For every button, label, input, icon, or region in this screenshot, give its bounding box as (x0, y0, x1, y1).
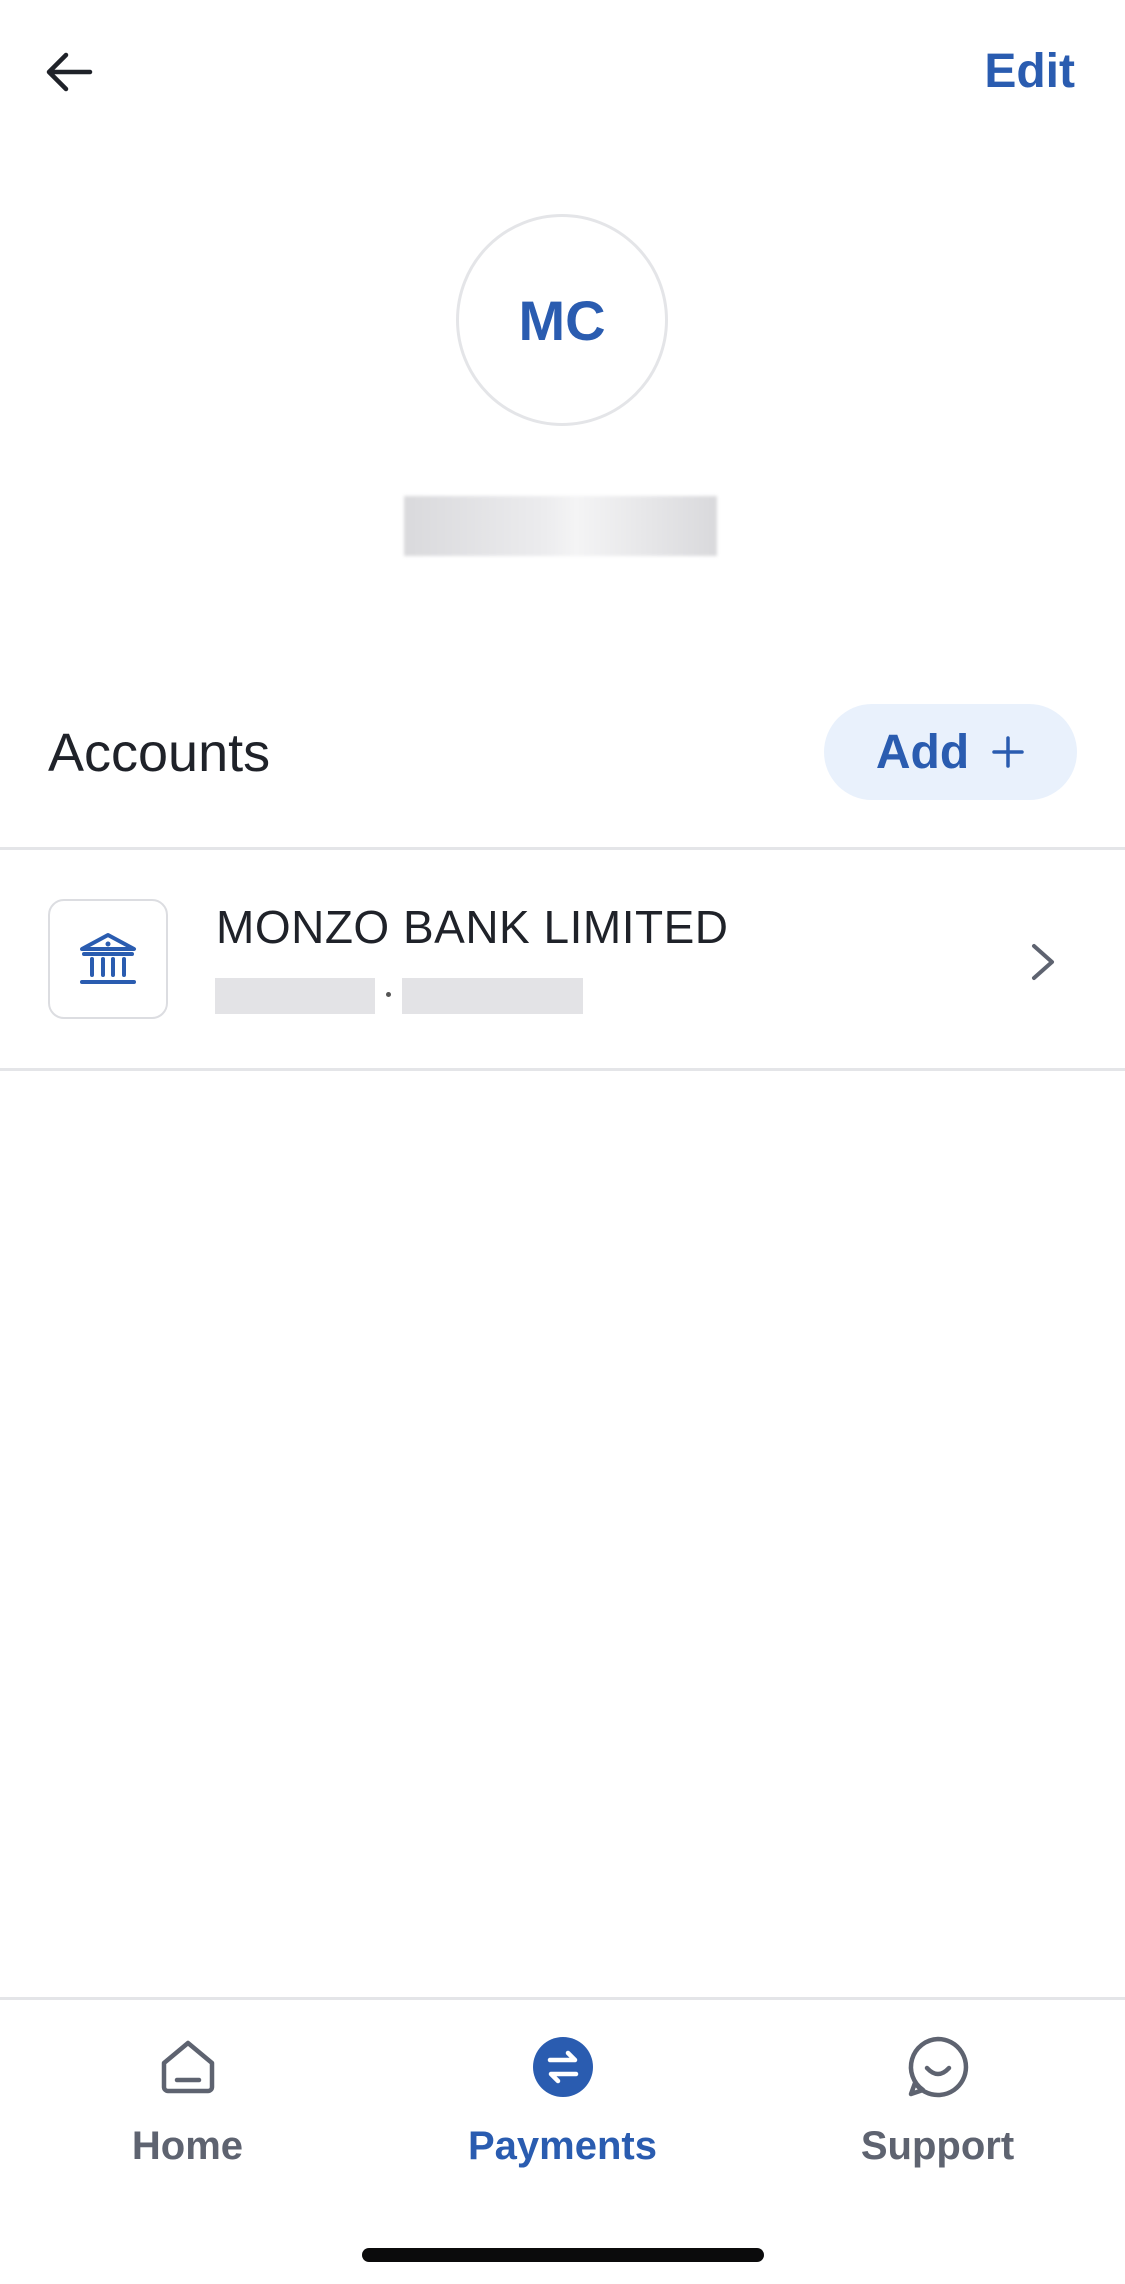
divider (0, 1068, 1125, 1071)
home-icon (153, 2032, 223, 2102)
tab-payments-label: Payments (468, 2124, 657, 2168)
divider (0, 847, 1125, 850)
bank-icon (80, 933, 136, 984)
back-button[interactable] (38, 40, 102, 104)
account-row[interactable]: MONZO BANK LIMITED (0, 852, 1125, 1068)
bank-icon-container (48, 899, 168, 1019)
redacted-account-number (402, 978, 583, 1014)
edit-button[interactable]: Edit (984, 40, 1075, 104)
tabbar-divider (0, 1997, 1125, 2000)
accounts-section-title: Accounts (48, 723, 271, 783)
account-bank-name: MONZO BANK LIMITED (216, 901, 729, 953)
redacted-sort-code (215, 978, 375, 1014)
avatar: MC (456, 214, 668, 426)
tab-support-label: Support (860, 2124, 1015, 2168)
redacted-payee-name (404, 496, 717, 556)
home-indicator (362, 2248, 764, 2262)
chevron-right-icon (1032, 944, 1054, 980)
chat-icon (903, 2032, 973, 2102)
tab-home-label: Home (131, 2124, 244, 2168)
tab-payments[interactable]: Payments (375, 2010, 750, 2210)
tab-home[interactable]: Home (0, 2010, 375, 2210)
plus-icon (991, 727, 1025, 777)
add-account-button[interactable]: Add (824, 704, 1077, 800)
arrow-left-icon (46, 52, 93, 92)
tab-support[interactable]: Support (750, 2010, 1125, 2210)
separator-dot (386, 992, 391, 997)
avatar-initials: MC (518, 288, 606, 352)
add-button-label: Add (875, 725, 970, 779)
payments-icon (528, 2032, 598, 2102)
